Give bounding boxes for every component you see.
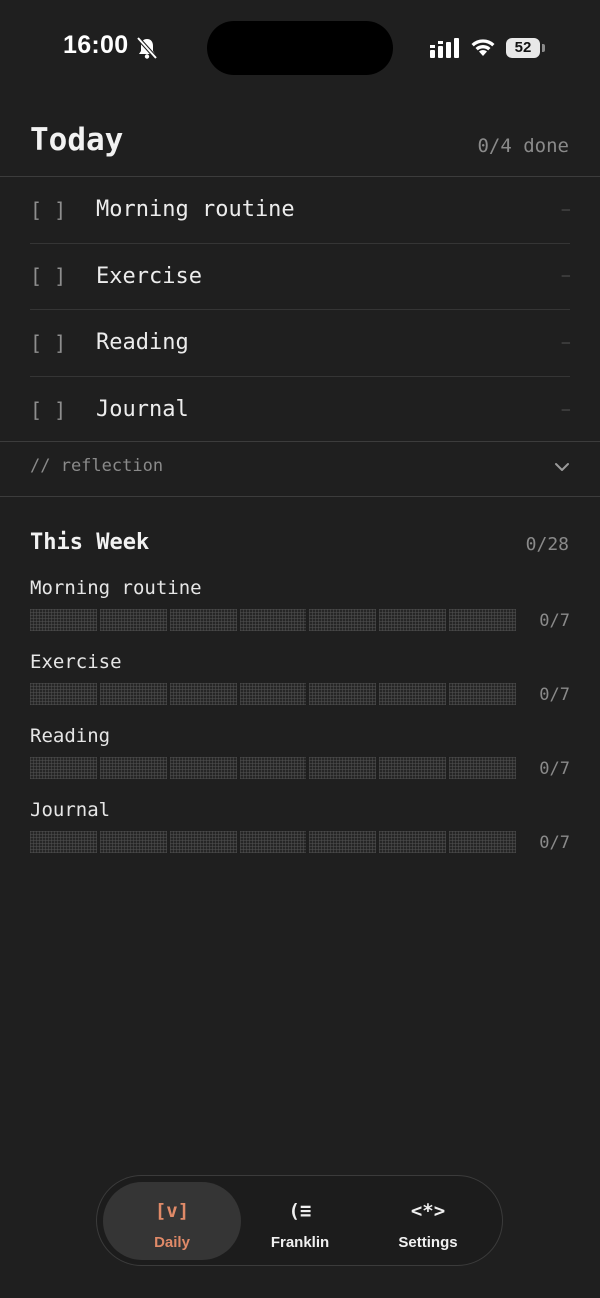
week-habit-label: Exercise [30, 651, 122, 673]
week-habit-fraction: 0/7 [539, 685, 570, 705]
day-cell [309, 831, 377, 853]
day-cell [169, 757, 237, 779]
week-progress-bar [30, 757, 517, 779]
week-habit-label: Morning routine [30, 577, 202, 599]
day-cell [309, 683, 377, 705]
week-habit-exercise: Exercise 0/7 [30, 651, 570, 721]
habit-row-journal[interactable]: [ ] Journal — [30, 377, 570, 444]
day-cell [309, 757, 377, 779]
week-habit-reading: Reading 0/7 [30, 725, 570, 795]
bell-slash-icon [136, 36, 158, 60]
page-title: Today [30, 122, 124, 158]
day-cell [379, 609, 447, 631]
week-section-title: This Week [30, 530, 150, 555]
day-cell [99, 609, 167, 631]
day-cell [30, 683, 97, 705]
habit-name: Reading [96, 330, 189, 356]
day-cell [449, 757, 517, 779]
battery-tip [542, 44, 545, 52]
tab-bar: [v] Daily (≡ Franklin <*> Settings [96, 1175, 503, 1266]
habit-row-morning-routine[interactable]: [ ] Morning routine — [30, 177, 570, 244]
status-bar: 16:00 52 [0, 0, 600, 96]
day-cell [169, 683, 237, 705]
week-habit-morning-routine: Morning routine 0/7 [30, 577, 570, 647]
habit-name: Journal [96, 397, 189, 423]
signal-icon [430, 38, 459, 58]
week-habit-label: Journal [30, 799, 111, 821]
week-habit-fraction: 0/7 [539, 611, 570, 631]
week-habit-fraction: 0/7 [539, 759, 570, 779]
day-cell [99, 831, 167, 853]
habit-checkbox[interactable]: [ ] [30, 331, 96, 355]
week-progress-bar [30, 683, 517, 705]
chevron-down-icon[interactable] [554, 454, 570, 480]
day-cell [379, 831, 447, 853]
habit-value: — [561, 201, 570, 218]
day-cell [30, 831, 97, 853]
wifi-icon [471, 39, 495, 56]
day-cell [379, 683, 447, 705]
franklin-icon: (≡ [288, 1200, 312, 1222]
week-habit-fraction: 0/7 [539, 833, 570, 853]
dynamic-island [207, 21, 393, 75]
reflection-toggle[interactable]: // reflection [30, 456, 570, 482]
day-cell [239, 683, 307, 705]
week-total-count: 0/28 [525, 534, 569, 555]
day-cell [239, 609, 307, 631]
day-cell [449, 683, 517, 705]
day-cell [309, 609, 377, 631]
tab-label: Franklin [270, 1234, 330, 1251]
week-progress-bar [30, 831, 517, 853]
habit-name: Exercise [96, 263, 202, 289]
habit-value: — [561, 268, 570, 285]
day-cell [449, 831, 517, 853]
habit-checkbox[interactable]: [ ] [30, 264, 96, 288]
day-cell [99, 757, 167, 779]
habit-value: — [561, 401, 570, 418]
habit-list: [ ] Morning routine — [ ] Exercise — [ ]… [30, 177, 570, 443]
status-time: 16:00 [63, 31, 129, 59]
tab-label: Daily [154, 1234, 190, 1251]
day-cell [379, 757, 447, 779]
day-cell [169, 831, 237, 853]
today-progress-count: 0/4 done [477, 135, 569, 157]
settings-icon: <*> [410, 1200, 446, 1222]
habit-checkbox[interactable]: [ ] [30, 198, 96, 222]
day-cell [30, 609, 97, 631]
habit-name: Morning routine [96, 197, 295, 223]
divider [0, 441, 600, 442]
tab-franklin[interactable]: (≡ Franklin [231, 1182, 369, 1260]
day-cell [169, 609, 237, 631]
reflection-label: // reflection [30, 456, 164, 476]
habit-row-exercise[interactable]: [ ] Exercise — [30, 244, 570, 310]
day-cell [239, 757, 307, 779]
divider [0, 496, 600, 497]
day-cell [449, 609, 517, 631]
day-cell [30, 757, 97, 779]
tab-settings[interactable]: <*> Settings [359, 1182, 497, 1260]
tab-label: Settings [398, 1234, 458, 1251]
week-habit-label: Reading [30, 725, 111, 747]
habit-row-reading[interactable]: [ ] Reading — [30, 310, 570, 377]
tab-daily[interactable]: [v] Daily [103, 1182, 241, 1260]
day-cell [99, 683, 167, 705]
app-screen: 16:00 52 Today 0/4 done [ ] Morning rout… [0, 0, 600, 1298]
habit-value: — [561, 334, 570, 351]
day-cell [239, 831, 307, 853]
week-habit-journal: Journal 0/7 [30, 799, 570, 869]
battery-icon: 52 [506, 38, 540, 58]
daily-icon: [v] [154, 1200, 190, 1222]
week-progress-bar [30, 609, 517, 631]
habit-checkbox[interactable]: [ ] [30, 398, 96, 422]
